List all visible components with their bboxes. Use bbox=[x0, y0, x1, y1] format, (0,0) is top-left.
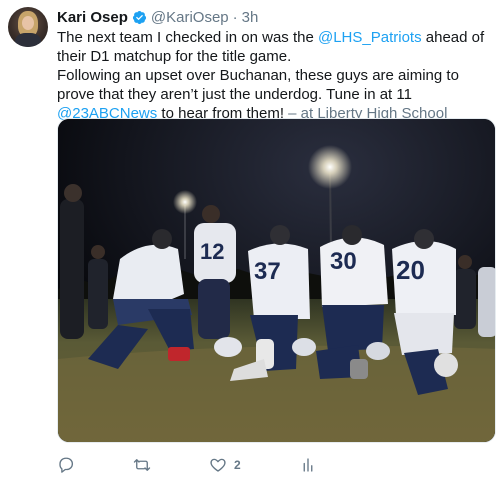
avatar[interactable] bbox=[8, 7, 48, 47]
tweet-header: Kari Osep @KariOsep · 3h bbox=[57, 8, 258, 26]
author-name[interactable]: Kari Osep bbox=[57, 9, 128, 26]
analytics-icon bbox=[303, 458, 313, 472]
like-button[interactable]: 2 bbox=[209, 456, 241, 474]
header-separator: · bbox=[232, 8, 238, 26]
author-handle[interactable]: @KariOsep bbox=[151, 9, 229, 26]
mention-lhs-patriots[interactable]: @LHS_Patriots bbox=[318, 29, 422, 46]
stadium-light bbox=[308, 145, 352, 189]
tweet-paragraph-2: Following an upset over Buchanan, these … bbox=[57, 67, 459, 122]
jersey-number: 20 bbox=[396, 255, 425, 285]
player: 12 bbox=[194, 205, 236, 339]
tweet-text: The next team I checked in on was the @L… bbox=[57, 28, 497, 123]
verified-badge-icon bbox=[132, 10, 147, 25]
retweet-button[interactable] bbox=[133, 456, 151, 474]
tweet-timestamp[interactable]: 3h bbox=[242, 9, 259, 26]
jersey-number: 30 bbox=[330, 248, 357, 275]
stadium-light bbox=[173, 190, 197, 214]
jersey-number: 12 bbox=[200, 239, 224, 264]
like-count: 2 bbox=[234, 458, 241, 472]
tweet-photo[interactable]: 12 37 30 20 bbox=[57, 118, 496, 443]
analytics-button[interactable] bbox=[299, 456, 317, 474]
tweet-paragraph-1: The next team I checked in on was the @L… bbox=[57, 29, 485, 65]
tweet: Kari Osep @KariOsep · 3h The next team I… bbox=[0, 0, 502, 480]
retweet-icon bbox=[133, 459, 151, 471]
heart-icon bbox=[210, 458, 226, 472]
team-photo-illustration: 12 37 30 20 bbox=[58, 119, 495, 442]
jersey-number: 37 bbox=[254, 258, 281, 285]
tweet-actions: 2 bbox=[57, 455, 437, 475]
reply-icon bbox=[59, 457, 73, 473]
reply-button[interactable] bbox=[57, 456, 75, 474]
